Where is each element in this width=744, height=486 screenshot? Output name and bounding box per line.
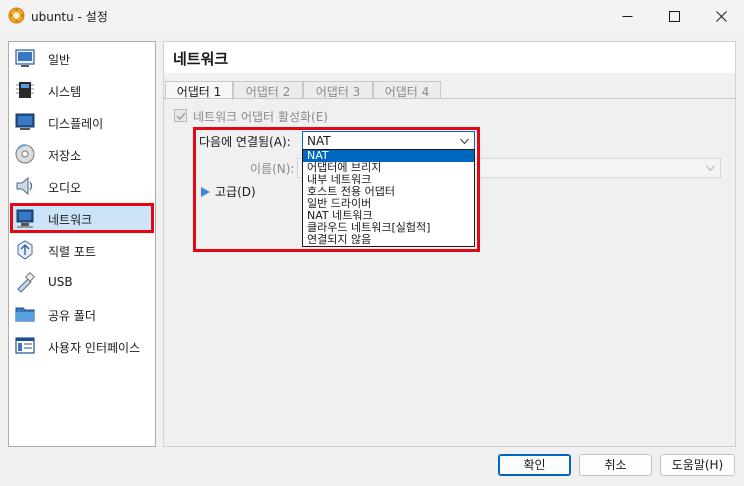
tab-divider [163, 98, 736, 99]
sidebar-item-system[interactable]: 시스템 [10, 75, 154, 105]
general-icon [15, 49, 35, 67]
dropdown-option-not-attached[interactable]: 연결되지 않음 [303, 234, 474, 246]
attached-to-dropdown-list: NAT 어댑터에 브리지 내부 네트워크 호스트 전용 어댑터 일반 드라이버 … [302, 149, 475, 247]
sidebar-item-label: 저장소 [48, 149, 82, 163]
close-icon [715, 10, 727, 22]
audio-icon [16, 176, 33, 196]
sidebar-item-label: 네트워크 [48, 213, 93, 227]
window-title: ubuntu - 설정 [31, 10, 108, 24]
attached-to-value: NAT [307, 134, 331, 148]
sidebar-item-usb[interactable]: USB [10, 267, 154, 297]
close-button[interactable] [698, 0, 744, 32]
sidebar-item-display[interactable]: 디스플레이 [10, 107, 154, 137]
maximize-icon [668, 10, 680, 22]
sidebar-item-storage[interactable]: 저장소 [10, 139, 154, 169]
cancel-button[interactable]: 취소 [579, 454, 652, 476]
storage-icon [15, 144, 35, 164]
sidebar-item-label: 시스템 [48, 85, 82, 99]
maximize-button[interactable] [651, 0, 697, 32]
sidebar-item-label: 공유 폴더 [48, 309, 96, 323]
minimize-icon [622, 15, 632, 17]
network-icon [16, 209, 34, 228]
enable-adapter-checkbox[interactable] [174, 109, 187, 122]
title-bar: ubuntu - 설정 [0, 0, 744, 32]
checkmark-icon [176, 112, 186, 121]
sidebar-item-label: 오디오 [48, 181, 82, 195]
sidebar-item-audio[interactable]: 오디오 [10, 171, 154, 201]
ok-button[interactable]: 확인 [498, 454, 571, 476]
shared-folder-icon [15, 307, 35, 322]
attached-to-label: 다음에 연결됨(A): [199, 135, 291, 149]
sidebar-item-network[interactable]: 네트워크 [10, 203, 154, 233]
tab-adapter-2[interactable]: 어댑터 2 [233, 81, 303, 99]
chevron-down-icon [460, 138, 469, 145]
virtualbox-app-icon [8, 7, 25, 24]
help-button[interactable]: 도움말(H) [660, 454, 735, 476]
tab-adapter-3[interactable]: 어댑터 3 [303, 81, 373, 99]
attached-to-select[interactable]: NAT [302, 131, 475, 151]
minimize-button[interactable] [604, 0, 650, 32]
user-interface-icon [15, 337, 35, 354]
usb-icon [17, 272, 35, 293]
system-icon [16, 82, 34, 98]
display-icon [15, 113, 35, 130]
page-title: 네트워크 [173, 50, 229, 68]
chevron-down-icon [706, 165, 715, 172]
sidebar-item-general[interactable]: 일반 [10, 43, 154, 73]
page-header: 네트워크 [163, 41, 736, 73]
settings-sidebar: 일반 시스템 디스플레이 저장소 오디오 네트워크 직렬 포트 USB 공유 폴… [8, 41, 156, 447]
sidebar-item-label: 일반 [48, 53, 71, 67]
tab-adapter-4[interactable]: 어댑터 4 [373, 81, 441, 99]
sidebar-item-label: 직렬 포트 [48, 245, 96, 259]
enable-adapter-label: 네트워크 어댑터 활성화(E) [193, 110, 328, 124]
sidebar-item-label: USB [48, 275, 73, 289]
network-settings-panel: 네트워크 어댑터 1 어댑터 2 어댑터 3 어댑터 4 네트워크 어댑터 활성… [163, 41, 736, 447]
sidebar-item-shared-folder[interactable]: 공유 폴더 [10, 299, 154, 329]
sidebar-item-label: 디스플레이 [48, 117, 104, 131]
sidebar-item-serial-port[interactable]: 직렬 포트 [10, 235, 154, 265]
serial-port-icon [17, 240, 33, 260]
sidebar-item-user-interface[interactable]: 사용자 인터페이스 [10, 331, 154, 361]
sidebar-item-label: 사용자 인터페이스 [48, 341, 141, 355]
